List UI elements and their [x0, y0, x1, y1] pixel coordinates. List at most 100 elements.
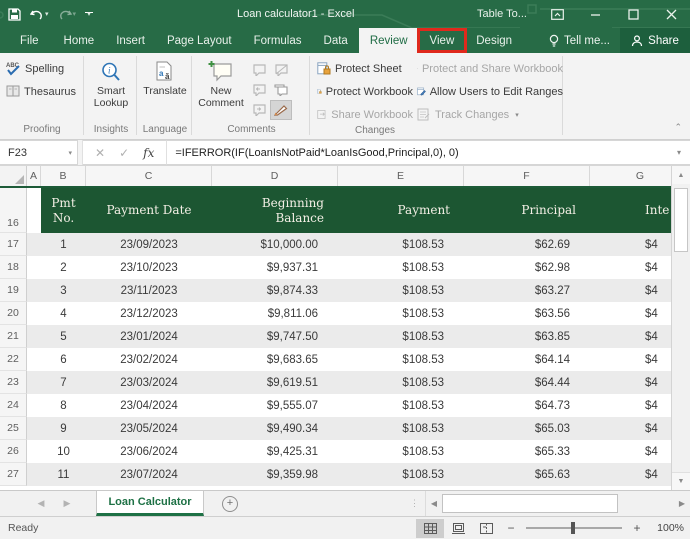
cell-pmt-no[interactable]: 11 — [41, 463, 86, 486]
ribbon-display-options-button[interactable] — [538, 0, 576, 28]
page-break-preview-button[interactable] — [472, 519, 500, 538]
cell-a[interactable] — [27, 417, 41, 440]
column-header-c[interactable]: C — [86, 166, 212, 186]
row-header[interactable]: 18 — [0, 256, 27, 279]
select-all-button[interactable] — [0, 166, 27, 186]
column-header-f[interactable]: F — [464, 166, 590, 186]
cell-principal[interactable]: $64.44 — [464, 371, 590, 394]
cell-pmt-no[interactable]: 9 — [41, 417, 86, 440]
row-header[interactable]: 17 — [0, 233, 27, 256]
cell-a[interactable] — [27, 348, 41, 371]
cell-payment[interactable]: $108.53 — [338, 279, 464, 302]
cell-beginning-balance[interactable]: $9,619.51 — [212, 371, 338, 394]
track-changes-button[interactable]: Track Changes ▾ — [415, 105, 565, 124]
tab-file[interactable]: File — [6, 28, 53, 53]
row-header[interactable]: 21 — [0, 325, 27, 348]
cell-principal[interactable]: $62.69 — [464, 233, 590, 256]
undo-button[interactable]: ▾ — [30, 9, 49, 20]
cell-beginning-balance[interactable]: $9,683.65 — [212, 348, 338, 371]
tab-scroll-splitter[interactable]: ⋮ — [404, 491, 425, 516]
cell-payment-date[interactable]: 23/11/2023 — [86, 279, 212, 302]
cell-a[interactable] — [27, 188, 41, 233]
cell-a[interactable] — [27, 371, 41, 394]
zoom-slider-thumb[interactable] — [571, 522, 575, 534]
show-hide-comment-icon[interactable] — [270, 60, 292, 80]
tell-me-box[interactable]: Tell me... — [539, 28, 620, 53]
cell-pmt-no[interactable]: 1 — [41, 233, 86, 256]
tab-design[interactable]: Design — [465, 28, 523, 53]
scroll-up-icon[interactable]: ▲ — [672, 166, 690, 184]
row-header[interactable]: 24 — [0, 394, 27, 417]
close-button[interactable] — [652, 0, 690, 28]
cell-payment-date[interactable]: 23/09/2023 — [86, 233, 212, 256]
row-header[interactable]: 20 — [0, 302, 27, 325]
header-payment[interactable]: Payment — [338, 188, 464, 233]
tab-page-layout[interactable]: Page Layout — [156, 28, 243, 53]
cell-pmt-no[interactable]: 7 — [41, 371, 86, 394]
cell-principal[interactable]: $64.73 — [464, 394, 590, 417]
maximize-button[interactable] — [614, 0, 652, 28]
protect-workbook-button[interactable]: Protect Workbook — [315, 82, 415, 101]
delete-comment-icon[interactable] — [248, 60, 270, 80]
cell-principal[interactable]: $65.03 — [464, 417, 590, 440]
row-header[interactable]: 26 — [0, 440, 27, 463]
new-comment-button[interactable]: New Comment — [197, 56, 245, 109]
cell-beginning-balance[interactable]: $9,747.50 — [212, 325, 338, 348]
new-sheet-button[interactable]: + — [204, 491, 256, 516]
scroll-right-icon[interactable]: ▶ — [674, 491, 690, 516]
redo-dropdown-icon[interactable]: ▾ — [73, 10, 77, 18]
vertical-scrollbar-thumb[interactable] — [674, 188, 688, 252]
cell-beginning-balance[interactable]: $9,490.34 — [212, 417, 338, 440]
previous-comment-icon[interactable] — [248, 80, 270, 100]
cell-principal[interactable]: $64.14 — [464, 348, 590, 371]
collapse-ribbon-icon[interactable]: ⌃ — [674, 122, 682, 133]
cell-a[interactable] — [27, 463, 41, 486]
cell-principal[interactable]: $63.27 — [464, 279, 590, 302]
redo-button[interactable]: ▾ — [58, 9, 77, 20]
cell-payment-date[interactable]: 23/01/2024 — [86, 325, 212, 348]
save-icon[interactable] — [8, 7, 21, 21]
cell-payment[interactable]: $108.53 — [338, 440, 464, 463]
cell-a[interactable] — [27, 325, 41, 348]
column-header-d[interactable]: D — [212, 166, 338, 186]
cell-payment[interactable]: $108.53 — [338, 417, 464, 440]
name-box-dropdown-icon[interactable]: ▾ — [68, 149, 72, 157]
cell-a[interactable] — [27, 279, 41, 302]
cell-payment[interactable]: $108.53 — [338, 233, 464, 256]
cell-payment[interactable]: $108.53 — [338, 302, 464, 325]
cell-principal[interactable]: $63.56 — [464, 302, 590, 325]
scroll-down-icon[interactable]: ▼ — [672, 472, 690, 490]
cell-beginning-balance[interactable]: $9,811.06 — [212, 302, 338, 325]
translate-button[interactable]: aă Translate — [142, 56, 188, 97]
tab-formulas[interactable]: Formulas — [243, 28, 313, 53]
page-layout-view-button[interactable] — [444, 519, 472, 538]
header-pmt-no[interactable]: Pmt No. — [41, 188, 86, 233]
thesaurus-button[interactable]: Thesaurus — [4, 82, 78, 101]
zoom-slider[interactable] — [526, 522, 622, 534]
cell-a[interactable] — [27, 256, 41, 279]
cell-payment-date[interactable]: 23/10/2023 — [86, 256, 212, 279]
cell-payment-date[interactable]: 23/07/2024 — [86, 463, 212, 486]
share-workbook-button[interactable]: Share Workbook — [315, 105, 415, 124]
tab-review[interactable]: Review — [358, 28, 419, 53]
sheet-nav-right-icon[interactable]: ▶ — [54, 491, 80, 516]
enter-icon[interactable]: ✓ — [119, 146, 129, 160]
zoom-out-button[interactable]: − — [500, 521, 522, 535]
row-header[interactable]: 25 — [0, 417, 27, 440]
cell-payment-date[interactable]: 23/02/2024 — [86, 348, 212, 371]
cell-payment-date[interactable]: 23/03/2024 — [86, 371, 212, 394]
cell-beginning-balance[interactable]: $9,425.31 — [212, 440, 338, 463]
tab-home[interactable]: Home — [53, 28, 106, 53]
allow-users-to-edit-ranges-button[interactable]: Allow Users to Edit Ranges — [415, 82, 565, 101]
cell-pmt-no[interactable]: 10 — [41, 440, 86, 463]
cancel-icon[interactable]: ✕ — [95, 146, 105, 160]
cell-pmt-no[interactable]: 8 — [41, 394, 86, 417]
next-comment-icon[interactable] — [248, 100, 270, 120]
cell-payment[interactable]: $108.53 — [338, 256, 464, 279]
column-header-a[interactable]: A — [27, 166, 41, 186]
insert-function-icon[interactable]: fx — [143, 146, 154, 160]
name-box[interactable]: F23 ▾ — [0, 140, 78, 165]
horizontal-scrollbar-thumb[interactable] — [442, 494, 618, 513]
row-header[interactable]: 22 — [0, 348, 27, 371]
scroll-left-icon[interactable]: ◀ — [426, 491, 442, 516]
